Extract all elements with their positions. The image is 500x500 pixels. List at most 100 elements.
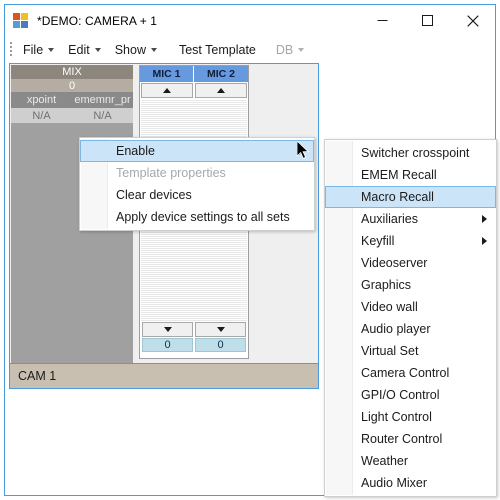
mic-1-value[interactable]: 0 (142, 338, 193, 352)
menu-edit[interactable]: Edit (61, 38, 108, 62)
menu-db[interactable]: DB (269, 38, 311, 62)
context-menu: Enable Template properties Clear devices… (79, 137, 315, 231)
maximize-button[interactable] (405, 5, 450, 36)
mic-1-down-button[interactable] (142, 322, 193, 337)
submenu-item-virtual-set-label: Virtual Set (361, 344, 419, 358)
submenu-item-gpio-control-label: GPI/O Control (361, 388, 440, 402)
menu-show-label: Show (114, 43, 146, 57)
context-menu-item-template-properties[interactable]: Template properties (80, 162, 314, 184)
app-window: *DEMO: CAMERA + 1 File Edit Show Test Te… (4, 4, 497, 497)
submenu-item-light-control-label: Light Control (361, 410, 432, 424)
menu-file[interactable]: File (16, 38, 61, 62)
context-menu-item-clear-devices[interactable]: Clear devices (80, 184, 314, 206)
submenu-item-weather[interactable]: Weather (325, 450, 496, 472)
arrow-up-icon (217, 88, 225, 93)
mix-sub-headers: xpoint ememnr_pr (11, 92, 133, 108)
context-menu-item-apply-device-settings-label: Apply device settings to all sets (116, 210, 290, 224)
chevron-down-icon (94, 48, 101, 52)
close-icon (466, 14, 479, 27)
submenu-item-macro-recall[interactable]: Macro Recall (325, 186, 496, 208)
mix-value: 0 (11, 79, 133, 92)
submenu-item-switcher-crosspoint[interactable]: Switcher crosspoint (325, 142, 496, 164)
submenu-item-light-control[interactable]: Light Control (325, 406, 496, 428)
mix-sub-header-ememnr: ememnr_pr (74, 94, 131, 106)
mic-1-header[interactable]: MIC 1 (140, 66, 194, 82)
submenu-item-graphics-label: Graphics (361, 278, 412, 292)
window-title: *DEMO: CAMERA + 1 (37, 14, 158, 28)
mix-value-xpoint: N/A (32, 109, 51, 122)
submenu-item-graphics[interactable]: Graphics (325, 274, 496, 296)
context-menu-item-enable-label: Enable (116, 144, 155, 158)
submenu-arrow-icon (482, 237, 487, 245)
arrow-down-icon (163, 327, 172, 332)
menu-db-label: DB (275, 43, 294, 57)
mic-up-button-row (140, 82, 248, 98)
context-menu-item-apply-device-settings[interactable]: Apply device settings to all sets (80, 206, 314, 228)
enable-submenu: Switcher crosspoint EMEM Recall Macro Re… (324, 139, 497, 497)
menu-grip-handle[interactable] (8, 41, 16, 59)
submenu-item-virtual-set[interactable]: Virtual Set (325, 340, 496, 362)
mic-2-up-button[interactable] (195, 83, 247, 98)
maximize-icon (422, 15, 433, 26)
mix-header: MIX (11, 65, 133, 79)
submenu-item-camera-control-label: Camera Control (361, 366, 450, 380)
submenu-item-videoserver[interactable]: Videoserver (325, 252, 496, 274)
title-bar: *DEMO: CAMERA + 1 (5, 5, 495, 37)
context-menu-item-clear-devices-label: Clear devices (116, 188, 192, 202)
mic-header-row: MIC 1 MIC 2 (140, 66, 248, 82)
submenu-item-emem-recall[interactable]: EMEM Recall (325, 164, 496, 186)
mix-value-ememnr: N/A (93, 109, 112, 122)
submenu-item-keyfill[interactable]: Keyfill (325, 230, 496, 252)
submenu-item-audio-player-label: Audio player (361, 322, 431, 336)
app-squares-icon (13, 13, 29, 29)
window-controls (360, 5, 495, 36)
arrow-up-icon (163, 88, 171, 93)
close-button[interactable] (450, 5, 495, 36)
minimize-button[interactable] (360, 5, 405, 36)
minimize-icon (377, 20, 388, 21)
submenu-item-emem-recall-label: EMEM Recall (361, 168, 437, 182)
submenu-item-video-wall-label: Video wall (361, 300, 418, 314)
main-content: MIX 0 xpoint ememnr_pr N/A N/A MIC 1 MIC… (5, 63, 497, 497)
submenu-item-audio-mixer-label: Audio Mixer (361, 476, 427, 490)
submenu-arrow-icon (482, 215, 487, 223)
submenu-item-weather-label: Weather (361, 454, 409, 468)
mix-sub-values: N/A N/A (11, 108, 133, 123)
submenu-item-keyfill-label: Keyfill (361, 234, 395, 248)
menu-file-label: File (23, 43, 44, 57)
submenu-item-gpio-control[interactable]: GPI/O Control (325, 384, 496, 406)
submenu-item-auxiliaries-label: Auxiliaries (361, 212, 418, 226)
menu-test-template[interactable]: Test Template (172, 38, 263, 62)
screen-root: *DEMO: CAMERA + 1 File Edit Show Test Te… (0, 0, 500, 500)
menu-test-template-label: Test Template (178, 43, 256, 57)
submenu-item-audio-mixer[interactable]: Audio Mixer (325, 472, 496, 494)
mic-2-down-button[interactable] (195, 322, 246, 337)
chevron-down-icon (150, 48, 157, 52)
submenu-item-router-control-label: Router Control (361, 432, 443, 446)
submenu-item-macro-recall-label: Macro Recall (361, 190, 434, 204)
cam-label: CAM 1 (18, 369, 57, 383)
mic-value-row: 0 0 (141, 338, 247, 353)
submenu-item-audio-player[interactable]: Audio player (325, 318, 496, 340)
menu-bar: File Edit Show Test Template DB (5, 37, 495, 63)
submenu-item-router-control[interactable]: Router Control (325, 428, 496, 450)
submenu-item-video-wall[interactable]: Video wall (325, 296, 496, 318)
mic-bottom-controls: 0 0 (141, 322, 247, 357)
chevron-down-icon (298, 48, 305, 52)
submenu-item-switcher-crosspoint-label: Switcher crosspoint (361, 146, 470, 160)
cam-status-bar: CAM 1 (9, 363, 319, 389)
context-menu-item-enable[interactable]: Enable (80, 140, 314, 162)
mic-1-up-button[interactable] (141, 83, 193, 98)
submenu-item-camera-control[interactable]: Camera Control (325, 362, 496, 384)
context-menu-item-template-properties-label: Template properties (116, 166, 226, 180)
submenu-item-videoserver-label: Videoserver (361, 256, 428, 270)
mic-2-value[interactable]: 0 (195, 338, 246, 352)
chevron-down-icon (48, 48, 55, 52)
mic-down-button-row (141, 322, 247, 338)
arrow-down-icon (216, 327, 225, 332)
mic-2-header[interactable]: MIC 2 (194, 66, 248, 82)
menu-show[interactable]: Show (108, 38, 164, 62)
submenu-arrow-icon (299, 147, 304, 155)
submenu-item-auxiliaries[interactable]: Auxiliaries (325, 208, 496, 230)
mix-sub-header-xpoint: xpoint (26, 94, 57, 106)
